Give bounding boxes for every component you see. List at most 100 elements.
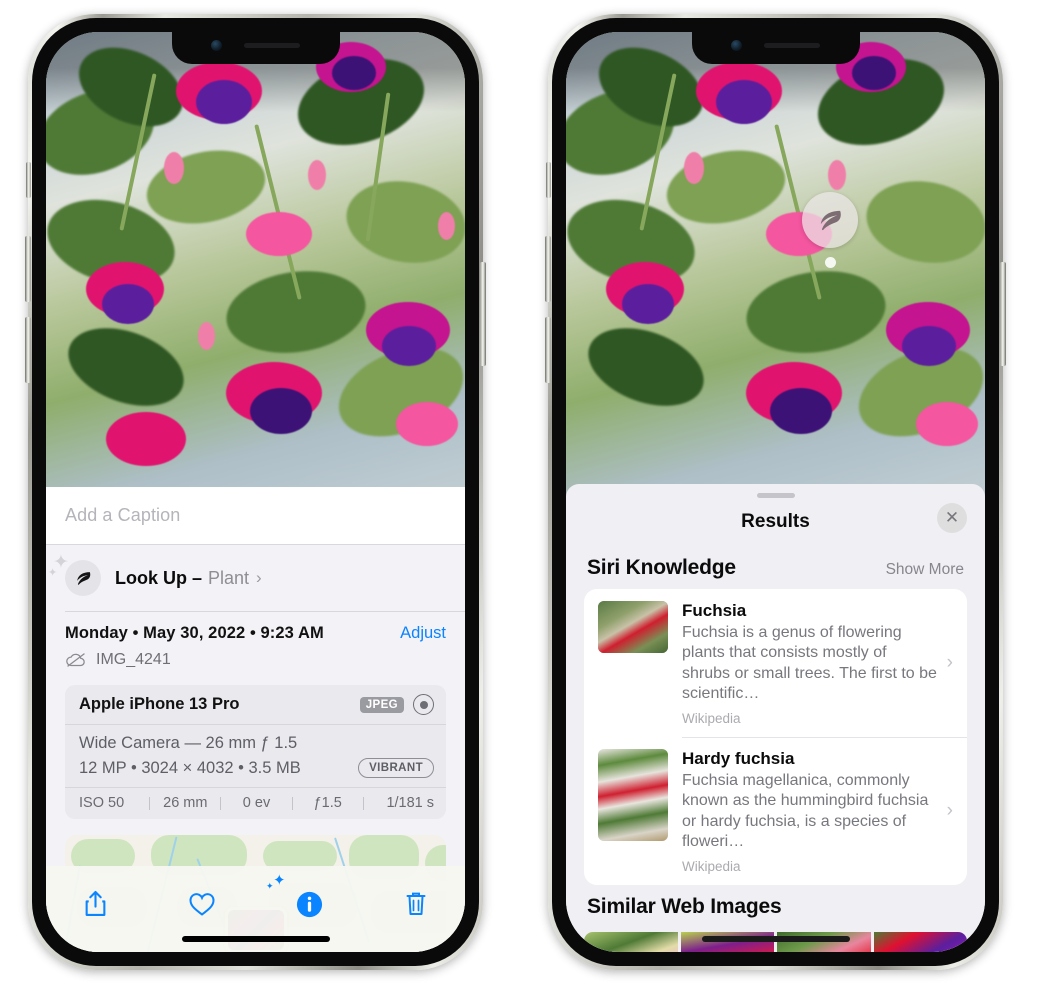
leaf-icon: ✦ ✦ (48, 553, 101, 596)
volume-down-button[interactable] (545, 317, 551, 383)
photo-viewer[interactable] (46, 32, 465, 502)
fuchsia-flower (332, 56, 376, 90)
date-row: Monday • May 30, 2022 • 9:23 AM IMG_4241… (46, 611, 465, 669)
home-indicator[interactable] (701, 936, 850, 942)
aperture-icon (413, 694, 434, 715)
lens-line: Wide Camera — 26 mm ƒ 1.5 (79, 734, 298, 752)
show-more-button[interactable]: Show More (886, 561, 964, 579)
style-badge: VIBRANT (358, 758, 434, 778)
fuchsia-flower (250, 388, 312, 434)
photo-info-sheet: Add a Caption ✦ ✦ Look Up – Plant › Mond… (46, 487, 465, 952)
fuchsia-flower (852, 56, 896, 90)
siri-knowledge-title: Siri Knowledge (587, 556, 736, 579)
phone-bezel: Add a Caption ✦ ✦ Look Up – Plant › Mond… (32, 18, 479, 966)
volume-up-button[interactable] (545, 236, 551, 302)
fuchsia-flower (246, 212, 312, 256)
power-button[interactable] (480, 262, 486, 366)
list-item-body: Fuchsia Fuchsia is a genus of flowering … (682, 601, 947, 726)
exif-aperture: ƒ1.5 (313, 795, 342, 811)
exif-ev: 0 ev (242, 795, 271, 811)
home-indicator[interactable] (181, 936, 330, 942)
web-image-thumbnail[interactable] (873, 931, 967, 952)
share-icon[interactable] (72, 882, 118, 926)
flower-bud (164, 152, 184, 184)
chevron-right-icon: › (946, 800, 953, 822)
fuchsia-flower (622, 284, 674, 324)
fuchsia-thumb (598, 601, 668, 653)
look-up-subject: Plant (208, 567, 250, 588)
caption-placeholder: Add a Caption (65, 505, 181, 525)
ringer-switch[interactable] (546, 162, 551, 198)
fuchsia-flower (196, 80, 252, 124)
fuchsia-flower (382, 326, 436, 366)
exif-row: ISO 50 26 mm 0 ev ƒ1.5 1/181 s (65, 788, 446, 819)
sparkle-icon: ✦ ✦ (266, 872, 286, 891)
fuchsia-flower (916, 402, 978, 446)
fuchsia-flower (106, 412, 186, 466)
cloud-slash-icon (66, 653, 85, 667)
earpiece-speaker (244, 42, 300, 48)
result-description: Fuchsia is a genus of flowering plants t… (682, 624, 937, 703)
hardy-fuchsia-thumb (598, 748, 668, 841)
notch (171, 32, 340, 64)
web-image-thumbnail[interactable] (584, 931, 678, 952)
volume-up-button[interactable] (25, 236, 31, 302)
exif-shutter: 1/181 s (386, 795, 435, 811)
list-item[interactable]: Hardy fuchsia Fuchsia magellanica, commo… (584, 736, 967, 885)
capture-date: Monday • May 30, 2022 • 9:23 AM (65, 624, 324, 642)
caption-field[interactable]: Add a Caption (46, 487, 465, 545)
fuchsia-flower (770, 388, 832, 434)
result-source: Wikipedia (682, 858, 741, 874)
flower-bud (198, 322, 215, 350)
size-row: 12 MP • 3024 × 4032 • 3.5 MB VIBRANT (79, 758, 434, 778)
left-phone-device: Add a Caption ✦ ✦ Look Up – Plant › Mond… (25, 14, 486, 970)
similar-web-images-header: Similar Web Images (566, 885, 985, 928)
siri-knowledge-card: Fuchsia Fuchsia is a genus of flowering … (584, 589, 967, 885)
device-name: Apple iPhone 13 Pro (79, 695, 240, 713)
result-title: Hardy fuchsia (682, 748, 795, 768)
leaf-icon (802, 192, 858, 248)
look-up-row[interactable]: ✦ ✦ Look Up – Plant › (46, 545, 465, 611)
format-badge: JPEG (359, 696, 404, 713)
results-sheet: Results ✕ Siri Knowledge Show More Fuchs… (566, 484, 985, 952)
close-icon[interactable]: ✕ (937, 503, 967, 533)
result-description: Fuchsia magellanica, commonly known as t… (682, 771, 929, 851)
look-up-title: Look Up – (115, 567, 203, 588)
similar-web-images-title: Similar Web Images (587, 894, 782, 918)
sparkle-icon: ✦ (48, 567, 58, 579)
metadata-header: Apple iPhone 13 Pro JPEG (65, 685, 446, 725)
fuchsia-flower (102, 284, 154, 324)
fuchsia-flower (902, 326, 956, 366)
fuchsia-flower (396, 402, 458, 446)
left-phone-screen: Add a Caption ✦ ✦ Look Up – Plant › Mond… (46, 32, 465, 952)
metadata-card[interactable]: Apple iPhone 13 Pro JPEG Wide Camera — 2… (65, 685, 446, 819)
list-item[interactable]: Fuchsia Fuchsia is a genus of flowering … (584, 589, 967, 737)
photo-viewer[interactable] (566, 32, 985, 502)
ringer-switch[interactable] (26, 162, 31, 198)
result-source: Wikipedia (682, 710, 741, 726)
metadata-body: Wide Camera — 26 mm ƒ 1.5 12 MP • 3024 ×… (65, 725, 446, 788)
volume-down-button[interactable] (25, 317, 31, 383)
flower-bud (438, 212, 455, 240)
trash-icon[interactable] (393, 882, 439, 926)
earpiece-speaker (764, 42, 820, 48)
visual-lookup-badge[interactable] (802, 192, 858, 268)
notch (691, 32, 860, 64)
chevron-right-icon: › (946, 652, 953, 674)
right-phone-screen: Results ✕ Siri Knowledge Show More Fuchs… (566, 32, 985, 952)
power-button[interactable] (1000, 262, 1006, 366)
fuchsia-flower (716, 80, 772, 124)
flower-bud (828, 160, 846, 190)
info-sparkle-icon[interactable]: ✦ ✦ (266, 873, 332, 926)
right-phone-device: Results ✕ Siri Knowledge Show More Fuchs… (545, 14, 1006, 970)
file-line: IMG_4241 (65, 651, 400, 669)
adjust-button[interactable]: Adjust (400, 624, 446, 643)
front-camera-icon (731, 39, 742, 51)
phone-bezel: Results ✕ Siri Knowledge Show More Fuchs… (552, 18, 999, 966)
list-item-body: Hardy fuchsia Fuchsia magellanica, commo… (682, 749, 947, 874)
results-title: Results (741, 511, 810, 532)
size-line: 12 MP • 3024 × 4032 • 3.5 MB (79, 758, 301, 777)
exif-iso: ISO 50 (79, 795, 125, 811)
file-name: IMG_4241 (96, 651, 171, 668)
heart-icon[interactable] (179, 882, 225, 926)
